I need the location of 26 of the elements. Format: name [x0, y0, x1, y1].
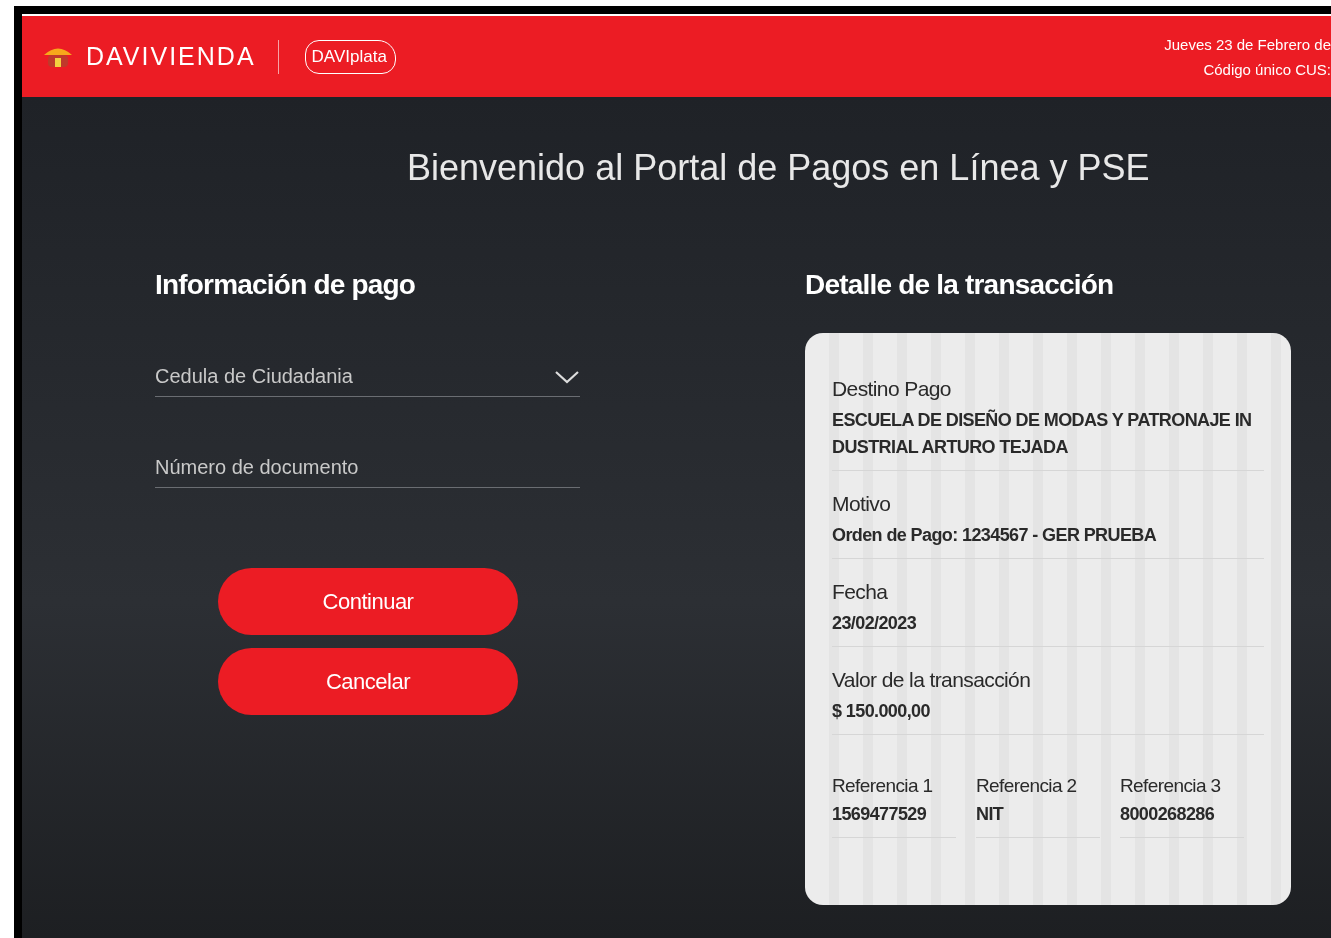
page-title: Bienvenido al Portal de Pagos en Línea y PSE [406, 146, 1151, 190]
reference-label: Referencia 1 [832, 775, 934, 797]
detail-value: Orden de Pago: 1234567 - GER PRUEBA [832, 524, 1158, 547]
detail-label: Fecha [832, 580, 889, 604]
reference-label: Referencia 2 [976, 775, 1078, 797]
section-heading: Detalle de la transacción [805, 269, 1115, 302]
detail-label: Motivo [832, 492, 892, 516]
detail-label: Destino Pago [832, 377, 952, 401]
reference-value: NIT [976, 803, 1005, 826]
chevron-down-icon [554, 368, 580, 385]
detail-value: 23/02/2023 [832, 612, 918, 635]
document-number-input[interactable]: Número de documento [155, 447, 580, 488]
reference-label: Referencia 3 [1120, 775, 1222, 797]
reference-value: 8000268286 [1120, 803, 1216, 826]
detail-label: Valor de la transacción [832, 668, 1032, 692]
detail-value: $ 150.000,00 [832, 700, 931, 723]
section-heading: Información de pago [155, 269, 417, 302]
document-type-select[interactable]: Cedula de Ciudadania [155, 357, 580, 397]
cancel-button[interactable]: Cancelar [218, 648, 518, 715]
brand-logo: DAVIVIENDA [86, 42, 256, 71]
date-text: Jueves 23 de Febrero de [1164, 35, 1331, 53]
sub-brand-logo: DAVIplata [304, 39, 396, 74]
detail-value: ESCUELA DE DISEÑO DE MODAS Y PATRONAJE IN DUSTRIAL ARTURO TEJADA [832, 408, 1253, 459]
reference-value: 1569477529 [832, 803, 928, 826]
continue-button[interactable]: Continuar [218, 568, 518, 635]
cus-label: Código único CUS: [1203, 60, 1331, 78]
